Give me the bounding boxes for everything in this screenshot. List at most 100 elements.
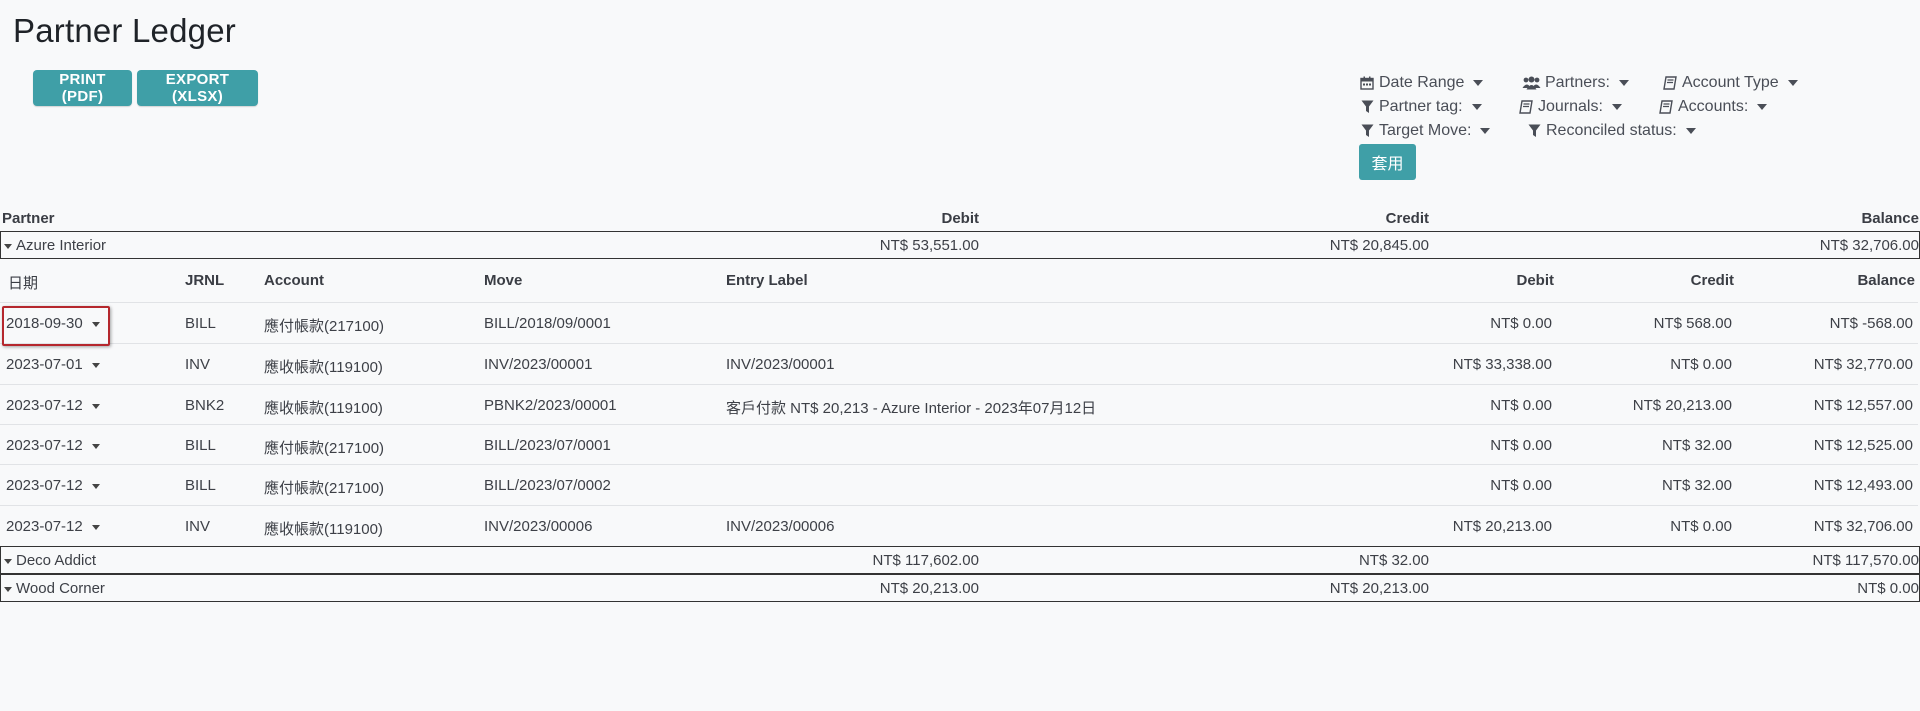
date-range-filter[interactable]: Date Range — [1359, 74, 1484, 92]
partner-credit: NT$ 32.00 — [1358, 552, 1429, 569]
date-range-label: Date Range — [1379, 74, 1465, 91]
line-credit: NT$ 568.00 — [1653, 315, 1732, 332]
line-date[interactable]: 2023-07-12 — [6, 518, 100, 535]
line-balance: NT$ 12,493.00 — [1813, 477, 1913, 494]
line-balance: NT$ -568.00 — [1829, 315, 1913, 332]
ledger-line: 2023-07-01 INV 應收帳款(119100) INV/2023/000… — [0, 343, 1918, 384]
line-journal: BILL — [185, 437, 216, 454]
line-credit: NT$ 32.00 — [1661, 477, 1732, 494]
line-credit-column-header: Credit — [1690, 272, 1734, 289]
partners-filter[interactable]: Partners: — [1521, 74, 1629, 92]
line-debit: NT$ 20,213.00 — [1452, 518, 1552, 535]
partner-row-deco-addict[interactable]: Deco Addict NT$ 117,602.00 NT$ 32.00 NT$… — [0, 546, 1920, 574]
partners-label: Partners: — [1545, 74, 1610, 91]
line-date[interactable]: 2023-07-12 — [6, 477, 100, 494]
partner-name: Azure Interior — [16, 237, 107, 254]
journal-column-header: JRNL — [185, 272, 225, 289]
reconciled-status-label: Reconciled status: — [1546, 122, 1677, 139]
ledger-line: 2018-09-30 BILL 應付帳款(217100) BILL/2018/0… — [0, 302, 1918, 343]
line-credit: NT$ 20,213.00 — [1632, 397, 1732, 414]
line-journal: INV — [185, 518, 211, 535]
ledger-line: 2023-07-12 BILL 應付帳款(217100) BILL/2023/0… — [0, 464, 1918, 505]
line-move: BILL/2018/09/0001 — [484, 315, 611, 332]
line-entry-label: INV/2023/00006 — [726, 518, 835, 535]
partner-balance: NT$ 117,570.00 — [1812, 552, 1919, 569]
partner-tag-filter[interactable]: Partner tag: — [1359, 98, 1482, 116]
line-account: 應收帳款(119100) — [264, 400, 383, 417]
line-journal: BNK2 — [185, 397, 225, 414]
line-credit: NT$ 0.00 — [1670, 518, 1732, 535]
line-date[interactable]: 2023-07-12 — [6, 437, 100, 454]
book-icon — [1518, 100, 1534, 114]
partner-credit: NT$ 20,845.00 — [1329, 237, 1429, 254]
line-journal: BILL — [185, 477, 216, 494]
line-debit: NT$ 0.00 — [1490, 397, 1552, 414]
line-move: BILL/2023/07/0001 — [484, 437, 611, 454]
line-debit: NT$ 0.00 — [1490, 437, 1552, 454]
target-move-filter[interactable]: Target Move: — [1359, 122, 1491, 140]
line-date[interactable]: 2023-07-12 — [6, 397, 100, 414]
line-account: 應收帳款(119100) — [264, 359, 383, 376]
partner-debit: NT$ 53,551.00 — [879, 237, 979, 254]
line-debit: NT$ 0.00 — [1490, 477, 1552, 494]
caret-down-icon — [91, 403, 100, 409]
ledger-line: 2023-07-12 INV 應收帳款(119100) INV/2023/000… — [0, 505, 1918, 546]
line-journal: INV — [185, 356, 211, 373]
account-column-header: Account — [264, 272, 324, 289]
print-pdf-button[interactable]: PRINT (PDF) — [33, 70, 132, 106]
line-account: 應付帳款(217100) — [264, 480, 385, 497]
partner-balance: NT$ 0.00 — [1857, 580, 1919, 597]
partner-tag-label: Partner tag: — [1379, 98, 1463, 115]
date-highlight-box — [2, 306, 110, 346]
credit-column-header: Credit — [1385, 210, 1429, 227]
line-balance: NT$ 32,706.00 — [1813, 518, 1913, 535]
date-column-header: 日期 — [8, 275, 39, 292]
line-account: 應付帳款(217100) — [264, 318, 385, 335]
debit-column-header: Debit — [941, 210, 980, 227]
line-credit: NT$ 32.00 — [1661, 437, 1732, 454]
book-icon — [1658, 100, 1674, 114]
reconciled-status-filter[interactable]: Reconciled status: — [1526, 122, 1696, 140]
line-journal: BILL — [185, 315, 216, 332]
apply-button[interactable]: 套用 — [1359, 144, 1416, 180]
partner-credit: NT$ 20,213.00 — [1329, 580, 1429, 597]
line-balance: NT$ 32,770.00 — [1813, 356, 1913, 373]
filter-icon — [1526, 124, 1542, 138]
line-balance-column-header: Balance — [1857, 272, 1915, 289]
caret-down-icon — [91, 483, 100, 489]
partner-column-header: Partner — [2, 210, 55, 227]
partner-balance: NT$ 32,706.00 — [1819, 237, 1919, 254]
caret-down-icon — [4, 558, 12, 564]
line-move: PBNK2/2023/00001 — [484, 397, 617, 414]
partner-row-wood-corner[interactable]: Wood Corner NT$ 20,213.00 NT$ 20,213.00 … — [0, 574, 1920, 602]
ledger-line: 2023-07-12 BILL 應付帳款(217100) BILL/2023/0… — [0, 424, 1918, 465]
calendar-icon — [1359, 76, 1375, 90]
balance-column-header: Balance — [1861, 210, 1919, 227]
journals-filter[interactable]: Journals: — [1518, 98, 1622, 116]
ledger-line: 2023-07-12 BNK2 應收帳款(119100) PBNK2/2023/… — [0, 384, 1918, 425]
account-type-filter[interactable]: Account Type — [1662, 74, 1798, 92]
partner-name: Wood Corner — [16, 580, 105, 597]
line-credit: NT$ 0.00 — [1670, 356, 1732, 373]
line-debit: NT$ 0.00 — [1490, 315, 1552, 332]
page-title: Partner Ledger — [13, 12, 236, 49]
export-xlsx-button[interactable]: EXPORT (XLSX) — [137, 70, 258, 106]
accounts-filter[interactable]: Accounts: — [1658, 98, 1768, 116]
caret-down-icon — [4, 243, 12, 249]
line-debit-column-header: Debit — [1516, 272, 1555, 289]
move-column-header: Move — [484, 272, 523, 289]
line-account: 應付帳款(217100) — [264, 440, 385, 457]
line-date[interactable]: 2023-07-01 — [6, 356, 100, 373]
caret-down-icon — [91, 524, 100, 530]
line-move: BILL/2023/07/0002 — [484, 477, 611, 494]
chevron-down-icon — [1618, 80, 1629, 86]
target-move-label: Target Move: — [1379, 122, 1472, 139]
chevron-down-icon — [1757, 104, 1768, 110]
line-entry-label: 客戶付款 NT$ 20,213 - Azure Interior - 2023年… — [726, 400, 1097, 417]
journals-label: Journals: — [1538, 98, 1603, 115]
partner-row-azure-interior[interactable]: Azure Interior NT$ 53,551.00 NT$ 20,845.… — [0, 231, 1920, 259]
chevron-down-icon — [1685, 128, 1696, 134]
chevron-down-icon — [1480, 128, 1491, 134]
account-type-label: Account Type — [1682, 74, 1779, 91]
line-debit: NT$ 33,338.00 — [1452, 356, 1552, 373]
